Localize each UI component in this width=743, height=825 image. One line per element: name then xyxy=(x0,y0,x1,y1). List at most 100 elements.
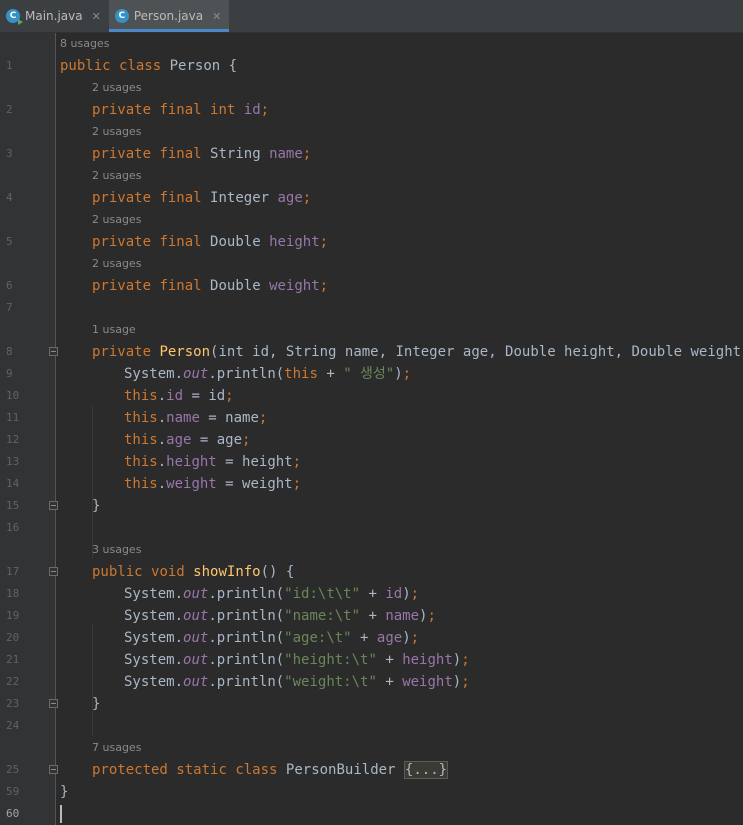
line-number: 14 xyxy=(6,477,20,490)
code-line: 12 this.age = age; xyxy=(0,429,743,451)
line-number: 17 xyxy=(6,565,20,578)
usages-hint[interactable]: 7 usages xyxy=(92,737,141,759)
field-name: id xyxy=(385,586,403,602)
usages-hint[interactable]: 2 usages xyxy=(92,209,141,231)
line-number: 25 xyxy=(6,763,20,776)
field-name: weight xyxy=(269,278,320,294)
field-name: height xyxy=(166,454,217,470)
folded-code-block[interactable]: {...} xyxy=(403,761,449,779)
usages-hint[interactable]: 1 usage xyxy=(92,319,136,341)
constructor-params: int id, String name, Integer age, Double… xyxy=(218,344,742,360)
line-number: 8 xyxy=(6,345,13,358)
keyword: class xyxy=(119,58,162,74)
method-call: .println( xyxy=(208,608,285,624)
param-name: height xyxy=(242,454,293,470)
field-name: weight xyxy=(402,674,453,690)
code-line: 13 this.height = height; xyxy=(0,451,743,473)
code-line: 7 xyxy=(0,297,743,319)
code-line: 20 System.out.println("age:\t" + age); xyxy=(0,627,743,649)
method-call: .println( xyxy=(208,674,285,690)
line-number: 6 xyxy=(6,279,13,292)
tab-main-java[interactable]: C Main.java ✕ xyxy=(0,0,109,32)
keyword: this xyxy=(124,388,158,404)
usages-hint[interactable]: 2 usages xyxy=(92,165,141,187)
keyword: this xyxy=(284,366,318,382)
line-number: 18 xyxy=(6,587,20,600)
method-call: .println( xyxy=(208,586,285,602)
fold-icon[interactable] xyxy=(49,567,58,576)
keyword: this xyxy=(124,410,158,426)
usages-hint[interactable]: 8 usages xyxy=(60,33,109,55)
code-line: 5 private final Double height; xyxy=(0,231,743,253)
code-line: 17 public void showInfo() { xyxy=(0,561,743,583)
fold-icon[interactable] xyxy=(49,347,58,356)
keyword: private xyxy=(92,190,152,206)
keyword: private xyxy=(92,278,152,294)
keyword: final xyxy=(159,102,202,118)
line-number: 22 xyxy=(6,675,20,688)
param-name: age xyxy=(216,432,243,448)
static-field: out xyxy=(183,630,209,646)
keyword: void xyxy=(151,564,185,580)
code-line: 1 public class Person { xyxy=(0,55,743,77)
static-field: out xyxy=(183,674,209,690)
close-icon[interactable]: ✕ xyxy=(92,10,101,23)
usages-hint[interactable]: 2 usages xyxy=(92,121,141,143)
usages-hint[interactable]: 3 usages xyxy=(92,539,141,561)
keyword: this xyxy=(124,454,158,470)
code-line: 15 } xyxy=(0,495,743,517)
line-number: 3 xyxy=(6,147,13,160)
code-line: 59 } xyxy=(0,781,743,803)
code-line: 60 xyxy=(0,803,743,825)
string-literal: "weight:\t" xyxy=(284,674,377,690)
usages-hint[interactable]: 2 usages xyxy=(92,77,141,99)
keyword: final xyxy=(159,278,202,294)
usages-hint[interactable]: 2 usages xyxy=(92,253,141,275)
line-number: 13 xyxy=(6,455,20,468)
param-name: name xyxy=(225,410,259,426)
class-name: Person xyxy=(169,58,221,74)
expand-fold-icon[interactable] xyxy=(49,765,58,774)
type-name: Double xyxy=(210,278,261,294)
code-line: 16 xyxy=(0,517,743,539)
keyword: this xyxy=(124,432,158,448)
class-name: PersonBuilder xyxy=(285,762,396,778)
code-line: 19 System.out.println("name:\t" + name); xyxy=(0,605,743,627)
method-name: showInfo xyxy=(193,564,261,580)
code-line: 3 private final String name; xyxy=(0,143,743,165)
keyword: final xyxy=(159,190,202,206)
fold-icon[interactable] xyxy=(49,501,58,510)
close-icon[interactable]: ✕ xyxy=(212,10,221,23)
param-name: weight xyxy=(242,476,293,492)
tab-label: Main.java xyxy=(25,9,83,23)
code-line: 9 System.out.println(this + " 생성"); xyxy=(0,363,743,385)
field-name: age xyxy=(277,190,303,206)
line-number: 11 xyxy=(6,411,20,424)
java-main-class-icon: C xyxy=(6,9,23,25)
code-line: 14 this.weight = weight; xyxy=(0,473,743,495)
line-number: 1 xyxy=(6,59,13,72)
code-line: 24 xyxy=(0,715,743,737)
fold-icon[interactable] xyxy=(49,699,58,708)
static-field: out xyxy=(183,586,209,602)
tab-person-java[interactable]: C Person.java ✕ xyxy=(108,0,230,32)
field-name: age xyxy=(166,432,192,448)
field-name: age xyxy=(376,630,403,646)
keyword: class xyxy=(235,762,278,778)
static-field: out xyxy=(183,608,209,624)
code-line: 18 System.out.println("id:\t\t" + id); xyxy=(0,583,743,605)
line-number: 21 xyxy=(6,653,20,666)
static-field: out xyxy=(183,652,209,668)
system-ref: System. xyxy=(124,366,184,382)
keyword: private xyxy=(92,344,152,360)
line-number: 23 xyxy=(6,697,20,710)
keyword: public xyxy=(92,564,143,580)
field-name: id xyxy=(166,388,184,404)
code-editor[interactable]: 8 usages 1 public class Person { 2 usage… xyxy=(0,33,743,825)
line-number: 9 xyxy=(6,367,13,380)
keyword: public xyxy=(60,58,111,74)
keyword: protected xyxy=(92,762,168,778)
keyword: final xyxy=(159,146,202,162)
method-call: .println( xyxy=(208,366,285,382)
line-number: 10 xyxy=(6,389,20,402)
